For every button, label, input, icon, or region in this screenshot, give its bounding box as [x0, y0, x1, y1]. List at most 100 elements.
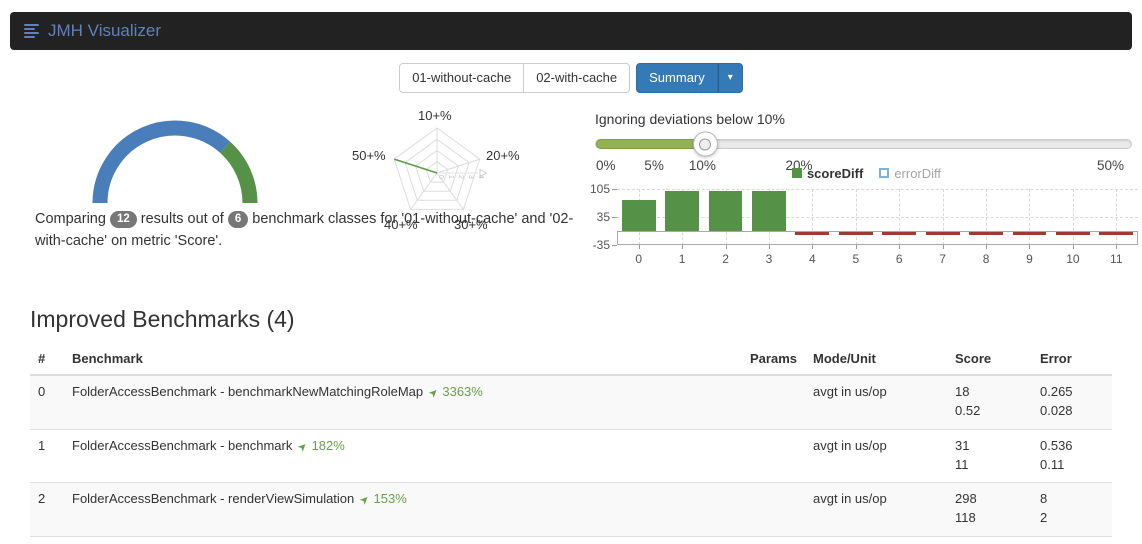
y-axis-tick: [612, 189, 617, 190]
tab-run-2[interactable]: 02-with-cache: [524, 63, 631, 93]
score-diff-bar: [665, 191, 700, 231]
mode-unit-cell: avgt in us/op: [805, 374, 947, 430]
score-secondary: 118: [955, 510, 976, 526]
radar-radial-tick: 2: [457, 175, 464, 179]
radar-radial-tick: 4: [477, 175, 484, 179]
hamburger-menu-icon[interactable]: [24, 24, 39, 38]
gauge-arc-green: [219, 141, 258, 204]
score-primary: 31: [955, 437, 970, 453]
x-axis-tick: [768, 245, 770, 249]
error-secondary: 2: [1040, 510, 1048, 526]
legend-label: scoreDiff: [806, 165, 864, 181]
mode-unit-cell: avgt in us/op: [805, 482, 947, 537]
error-primary: 0.536: [1040, 437, 1073, 453]
legend-label: errorDiff: [894, 165, 942, 181]
navbar: JMH Visualizer: [10, 12, 1132, 50]
benchmark-name: FolderAccessBenchmark - renderViewSimula…: [72, 491, 355, 507]
slider-track[interactable]: [595, 131, 1132, 157]
x-axis-tick: [725, 245, 727, 249]
header-params: Params: [590, 343, 805, 376]
benchmark-row[interactable]: 0 FolderAccessBenchmark - benchmarkNewMa…: [30, 374, 1112, 430]
classes-count-badge: 6: [227, 211, 249, 228]
header-mode-unit: Mode/Unit: [805, 343, 947, 376]
score-diff-bar: [795, 232, 830, 236]
row-index: 3: [30, 536, 64, 544]
x-axis-tick: [682, 245, 684, 249]
error-primary: 0.265: [1040, 384, 1073, 399]
score-diff-bar: [708, 191, 743, 231]
radar-axis-label: 30+%: [454, 217, 488, 232]
legend-swatch-icon: [879, 168, 890, 178]
gridline-h: [617, 189, 1138, 190]
slider-handle[interactable]: [692, 131, 718, 157]
x-axis-tick: [986, 245, 988, 249]
x-axis-label: 2: [722, 252, 729, 266]
x-axis-tick: [1029, 245, 1031, 249]
gauge-arc-blue: [92, 120, 231, 204]
legend-item-scoreDiff[interactable]: scoreDiff: [791, 165, 864, 181]
mode-unit-cell: avgt in us/op: [805, 536, 947, 544]
mode-unit-cell: avgt in us/op: [805, 428, 947, 483]
header-error: Error: [1032, 343, 1112, 376]
score-secondary: 0.52: [955, 402, 981, 418]
slider-fill: [596, 139, 706, 149]
header-benchmark: Benchmark: [64, 343, 590, 376]
benchmarks-table: # Benchmark Params Mode/Unit Score Error…: [30, 343, 1112, 544]
bar-chart-plot: 0 1 2 3 4 5 6 7 8 9 10 11 105 35 -35: [590, 182, 1138, 266]
benchmark-row[interactable]: 1 FolderAccessBenchmark - benchmark ➤182%…: [30, 428, 1112, 483]
params-cell: [590, 482, 805, 537]
x-axis-label: 7: [939, 252, 946, 266]
benchmark-name: FolderAccessBenchmark - benchmarkNewMatc…: [72, 384, 424, 399]
score-diff-bar: [882, 232, 917, 236]
x-axis-tick: [942, 245, 944, 249]
params-cell: [590, 428, 805, 483]
x-axis-tick: [855, 245, 857, 249]
y-axis-tick: [612, 245, 617, 246]
row-index: 2: [30, 482, 64, 537]
x-axis-tick: [899, 245, 901, 249]
y-axis-tick: [612, 217, 617, 218]
app-brand[interactable]: JMH Visualizer: [48, 21, 161, 41]
score-diff-bar: [621, 200, 656, 231]
x-axis-label: 5: [852, 252, 860, 266]
improvement-percent: 182%: [311, 437, 345, 453]
radar-radial-tick: 1: [447, 175, 454, 179]
x-axis-tick: [1072, 245, 1074, 249]
score-secondary: 11: [955, 456, 969, 472]
y-axis-label: 105: [589, 182, 610, 196]
header-score: Score: [947, 343, 1032, 376]
radar-axis-label: 10+%: [418, 108, 452, 123]
benchmark-row[interactable]: 2 FolderAccessBenchmark - renderViewSimu…: [30, 482, 1112, 537]
x-axis-label: 0: [635, 252, 643, 266]
slider-label: Ignoring deviations below 10%: [595, 111, 785, 127]
summary-dropdown-caret-icon[interactable]: ▾: [717, 63, 743, 93]
x-axis-label: 10: [1066, 252, 1080, 266]
diff-bar-chart: scoreDiff errorDiff 0 1 2 3 4 5 6 7 8 9 10 11 105 35 -3…: [590, 165, 1140, 266]
error-secondary: 0.11: [1040, 456, 1065, 472]
score-diff-bar: [838, 232, 873, 236]
benchmarks-section: Improved Benchmarks (4) # Benchmark Para…: [30, 306, 1112, 544]
dashboard: Comparing 12 results out of 6 benchmark …: [0, 105, 1142, 293]
x-axis-label: 4: [809, 252, 816, 266]
score-diff-bar: [1099, 232, 1134, 236]
radar-axis-label: 20+%: [486, 148, 520, 163]
legend-swatch-icon: [791, 168, 802, 178]
score-diff-bar: [969, 232, 1003, 236]
legend-item-errorDiff[interactable]: errorDiff: [879, 166, 941, 181]
score-diff-bar: [752, 191, 786, 231]
tab-summary[interactable]: Summary: [636, 63, 718, 93]
improvement-arrow-icon: ➤: [295, 439, 311, 455]
y-axis-label: 35: [596, 210, 610, 224]
radar-chart: 01234 10+% 20+% 30+% 40+% 50+%: [338, 105, 553, 245]
benchmark-row[interactable]: 3 CascBenchmark - benchmark➤76.723299287…: [30, 536, 1112, 544]
improvement-percent: 153%: [373, 491, 407, 507]
row-index: 0: [30, 374, 64, 430]
score-primary: 298: [955, 491, 977, 507]
y-axis-label: -35: [592, 238, 610, 252]
summary-middle: results out of: [140, 211, 224, 227]
tab-run-1[interactable]: 01-without-cache: [399, 63, 525, 93]
radar-axis-label: 40+%: [384, 217, 418, 232]
run-tabs: 01-without-cache 02-with-cache Summary ▾: [0, 63, 1142, 93]
x-axis-label: 1: [678, 252, 686, 266]
gauge-chart: [92, 120, 258, 204]
